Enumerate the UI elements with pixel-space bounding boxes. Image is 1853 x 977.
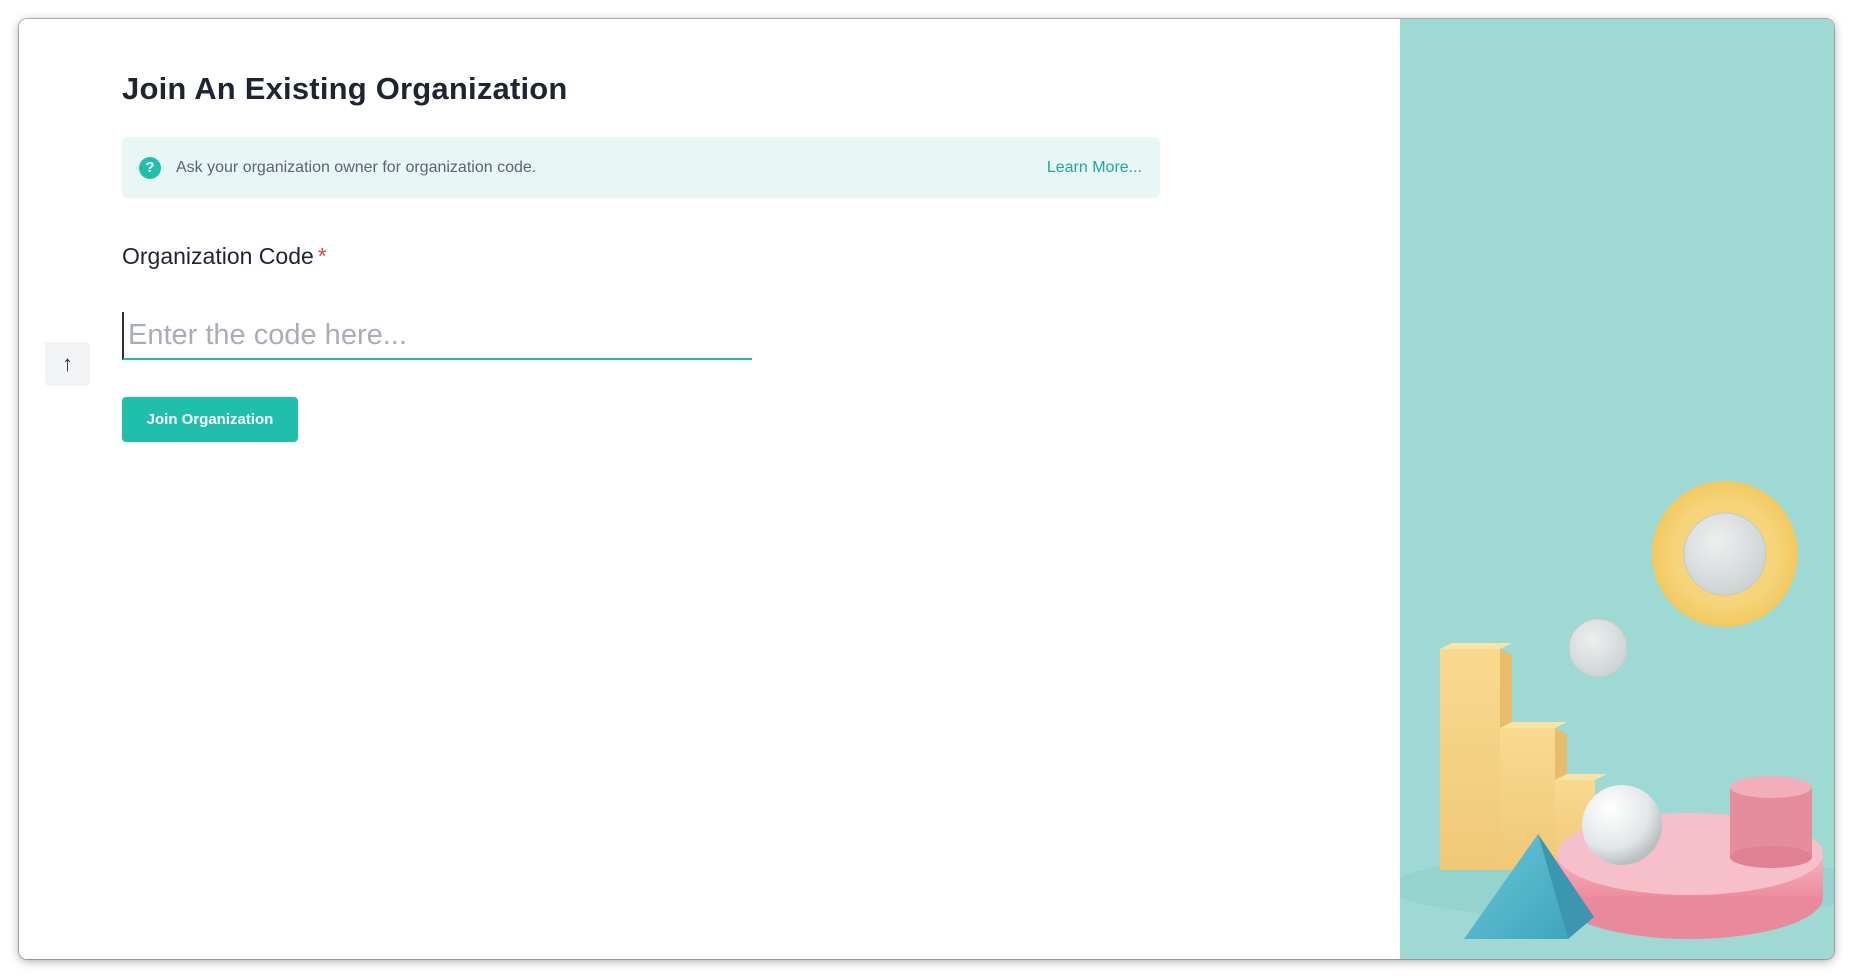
geometric-shapes-illustration: [1400, 481, 1834, 939]
organization-code-label-text: Organization Code: [122, 243, 314, 269]
learn-more-link[interactable]: Learn More...: [1047, 159, 1142, 177]
required-asterisk: *: [317, 243, 327, 269]
info-banner: ? Ask your organization owner for organi…: [122, 137, 1160, 198]
illustration-panel: [1400, 19, 1834, 959]
form-panel: Join An Existing Organization ? Ask your…: [19, 19, 1400, 959]
arrow-up-icon: ↑: [62, 351, 73, 376]
help-circle-icon: ?: [139, 156, 161, 179]
white-ball: [1582, 785, 1662, 865]
small-grey-sphere: [1568, 618, 1628, 678]
grey-disc: [1683, 512, 1767, 596]
app-window: Join An Existing Organization ? Ask your…: [19, 19, 1834, 959]
organization-code-input[interactable]: [122, 312, 752, 360]
info-text: Ask your organization owner for organiza…: [176, 158, 537, 176]
organization-code-label: Organization Code *: [122, 243, 327, 270]
join-organization-button[interactable]: Join Organization: [122, 397, 298, 442]
pink-cylinder: [1730, 776, 1812, 868]
page-title: Join An Existing Organization: [122, 71, 568, 106]
scroll-to-top-button[interactable]: ↑: [45, 342, 90, 386]
